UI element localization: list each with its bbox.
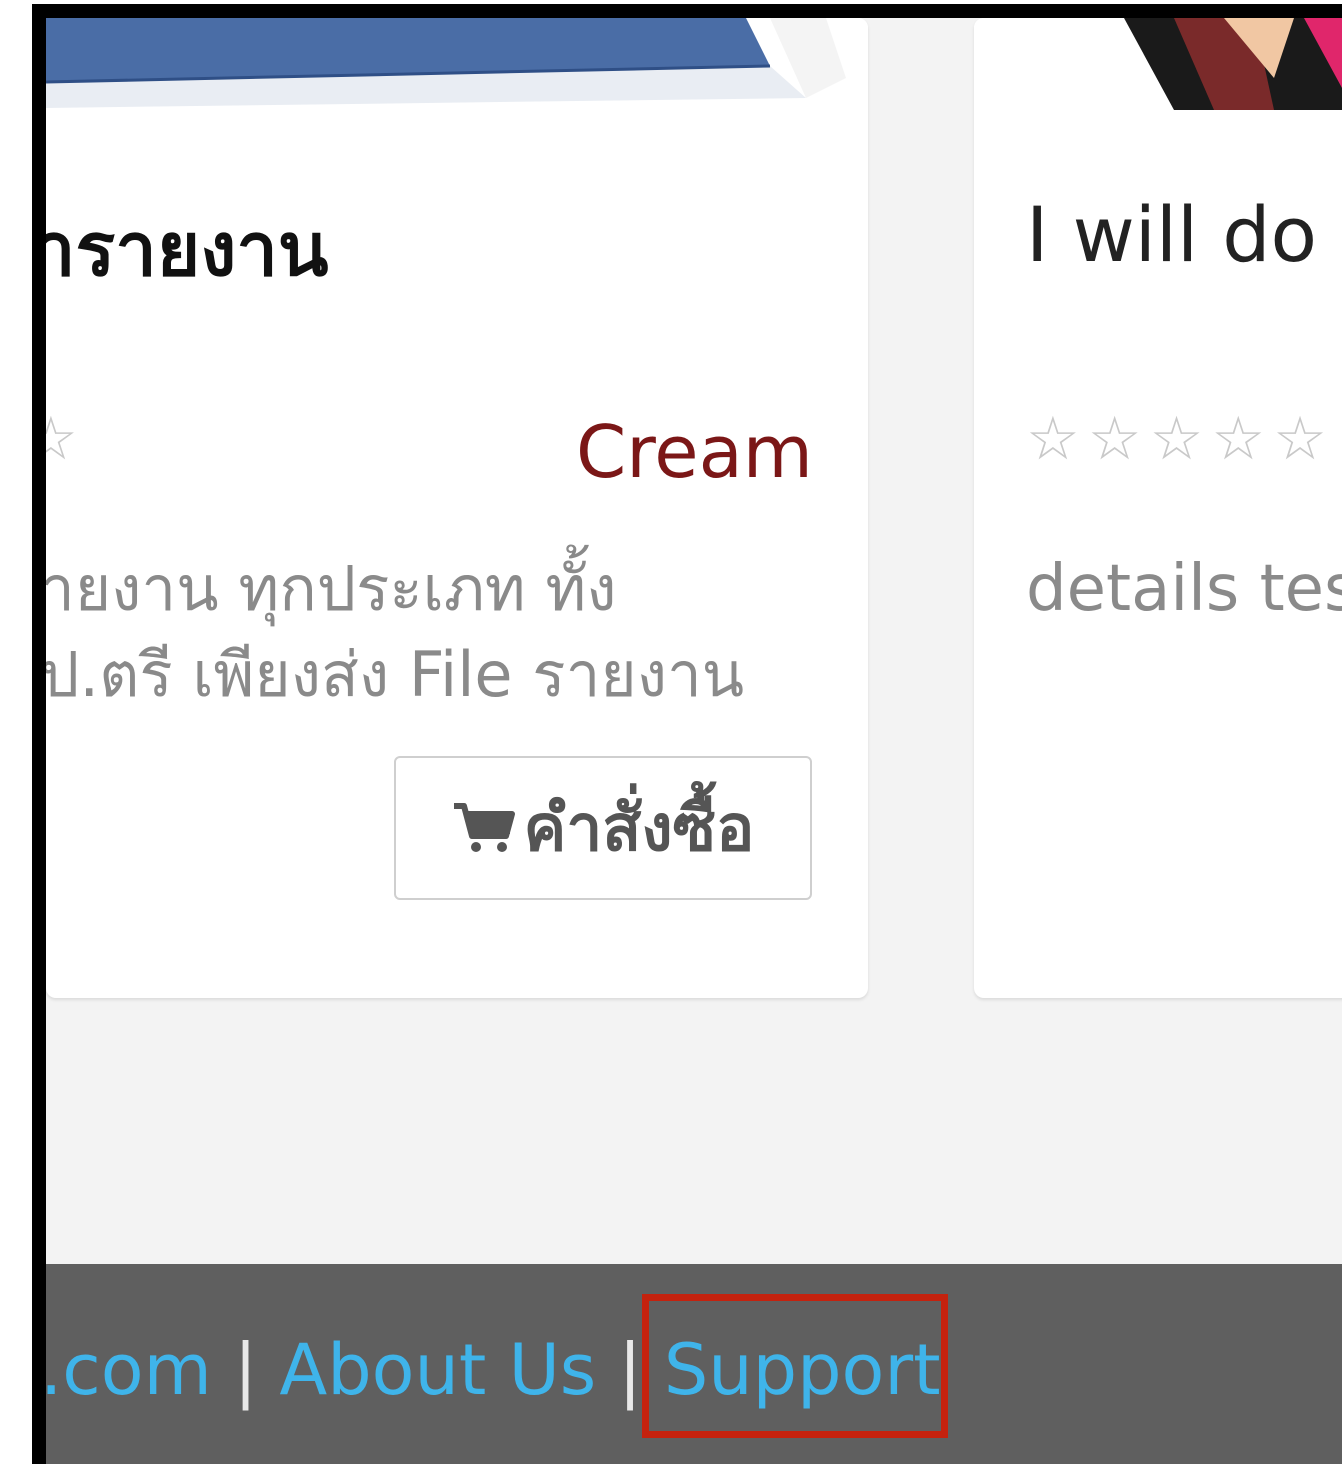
description-line: details tes (1026, 552, 1342, 626)
thumbnail-image (974, 18, 1342, 110)
shopping-cart-icon (452, 800, 516, 856)
product-description: ายงาน ทุกประเภท ทั้ง ป.ตรี เพียงส่ง File… (46, 546, 744, 718)
star-outline-icon: ☆☆☆☆☆ (1026, 404, 1335, 474)
product-card[interactable]: ารายงาน ☆ Cream ายงาน ทุกประเภท ทั้ง ป.ต… (46, 18, 868, 998)
product-title[interactable]: ารายงาน (46, 190, 328, 308)
footer-link-about-us[interactable]: About Us (279, 1329, 596, 1411)
product-card[interactable]: I will do ☆☆☆☆☆ details tes (974, 18, 1342, 998)
star-outline-icon: ☆ (46, 404, 86, 474)
description-line: ายงาน ทุกประเภท ทั้ง (46, 552, 617, 625)
order-button-label: คำสั่งซื้อ (523, 792, 755, 866)
product-thumbnail[interactable] (46, 18, 868, 110)
footer-separator: | (233, 1329, 258, 1411)
footer-link-site[interactable]: .com (40, 1329, 212, 1411)
footer-separator: | (618, 1329, 642, 1411)
thumbnail-image (46, 18, 868, 110)
product-title[interactable]: I will do (1026, 190, 1317, 279)
screenshot-frame-left (32, 4, 46, 1464)
description-line: ป.ตรี เพียงส่ง File รายงาน (46, 638, 745, 711)
screenshot-frame-top (32, 4, 1342, 18)
order-button[interactable]: คำสั่งซื้อ (394, 756, 812, 900)
product-thumbnail[interactable] (974, 18, 1342, 110)
footer: .com | About Us | Support (40, 1264, 1342, 1464)
product-description: details tes (1026, 546, 1342, 632)
highlight-box (642, 1294, 948, 1438)
seller-name[interactable]: Cream (576, 410, 813, 494)
